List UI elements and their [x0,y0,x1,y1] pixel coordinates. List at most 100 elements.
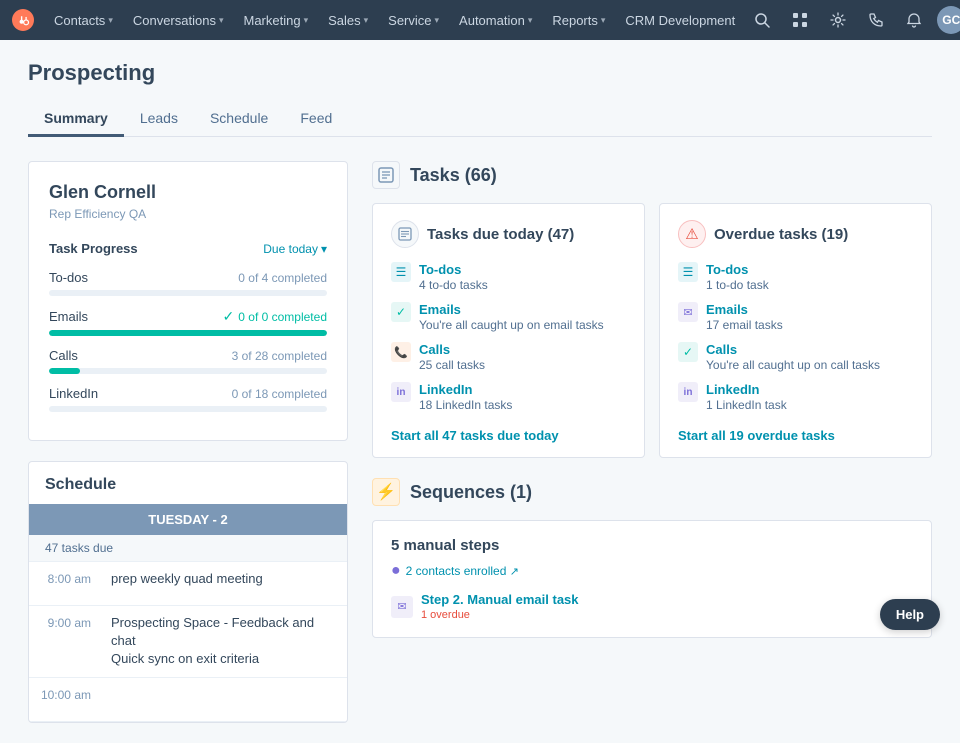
chevron-down-icon: ▾ [321,242,327,256]
schedule-title: Schedule [29,462,347,504]
chevron-down-icon: ▾ [219,15,224,26]
schedule-row-10am: 10:00 am [29,678,347,722]
sequences-icon: ⚡ [372,478,400,506]
help-button[interactable]: Help [880,599,940,630]
nav-right-actions: GC ▾ [747,5,960,35]
overdue-linkedin-label[interactable]: LinkedIn [706,382,787,397]
tasks-section: Tasks (66) Tasks due today (47) [372,161,932,458]
due-today-calls-row: 📞 Calls 25 call tasks [391,342,626,372]
schedule-day-header: TUESDAY - 2 [29,504,347,535]
right-column: Tasks (66) Tasks due today (47) [372,161,932,638]
sequence-overdue-badge: 1 overdue [421,609,579,621]
linkedin-overdue-icon: in [678,382,698,402]
apps-icon[interactable] [785,5,815,35]
progress-bar-linkedin-bg [49,406,327,412]
call-icon[interactable] [861,5,891,35]
tabs-navigation: Summary Leads Schedule Feed [28,102,932,137]
sequences-section: ⚡ Sequences (1) 5 manual steps ● 2 conta… [372,478,932,638]
progress-bar-calls-fill [49,368,80,374]
profile-card: Glen Cornell Rep Efficiency QA Task Prog… [28,161,348,441]
nav-reports[interactable]: Reports ▾ [544,9,613,32]
tab-feed[interactable]: Feed [284,102,348,137]
overdue-linkedin-row: in LinkedIn 1 LinkedIn task [678,382,913,412]
avatar[interactable]: GC [937,6,960,34]
sequence-step-label[interactable]: Step 2. Manual email task [421,592,579,607]
tab-summary[interactable]: Summary [28,102,124,137]
tasks-grid: Tasks due today (47) ☰ To-dos 4 to-do ta… [372,203,932,458]
call-icon: 📞 [391,342,411,362]
step-email-icon: ✉ [391,596,413,618]
chevron-down-icon: ▾ [304,15,309,26]
nav-service[interactable]: Service ▾ [380,9,447,32]
schedule-row-8am: 8:00 am prep weekly quad meeting [29,562,347,606]
due-today-todos-row: ☰ To-dos 4 to-do tasks [391,262,626,292]
chevron-down-icon: ▾ [601,15,606,26]
nav-sales[interactable]: Sales ▾ [320,9,376,32]
sequences-section-title: Sequences (1) [410,482,532,503]
notifications-icon[interactable] [899,5,929,35]
overdue-card-icon: ⚠ [678,220,706,248]
schedule-event-3[interactable]: Quick sync on exit criteria [111,650,335,668]
left-column: Glen Cornell Rep Efficiency QA Task Prog… [28,161,348,723]
nav-automation[interactable]: Automation ▾ [451,9,540,32]
tasks-section-header: Tasks (66) [372,161,932,189]
page-content: Prospecting Summary Leads Schedule Feed … [0,40,960,743]
task-progress-header: Task Progress Due today ▾ [49,241,327,256]
external-link-icon: ↗ [510,566,519,578]
sequence-step-item: ✉ Step 2. Manual email task 1 overdue [391,592,913,621]
tasks-icon [372,161,400,189]
call-check-icon: ✓ [678,342,698,362]
nav-crm-development[interactable]: CRM Development [617,9,743,32]
progress-row-calls: Calls 3 of 28 completed [49,348,327,374]
todo-overdue-icon: ☰ [678,262,698,282]
chevron-down-icon: ▾ [108,15,113,26]
due-today-filter[interactable]: Due today ▾ [263,242,327,256]
schedule-card: Schedule TUESDAY - 2 47 tasks due 8:00 a… [28,461,348,723]
due-today-todos-label[interactable]: To-dos [419,262,488,277]
start-all-overdue-link[interactable]: Start all 19 overdue tasks [678,428,835,443]
progress-bar-emails-fill [49,330,327,336]
due-today-emails-row: ✓ Emails You're all caught up on email t… [391,302,626,332]
due-today-emails-label[interactable]: Emails [419,302,604,317]
nav-conversations[interactable]: Conversations ▾ [125,9,232,32]
progress-bar-calls-bg [49,368,327,374]
nav-marketing[interactable]: Marketing ▾ [235,9,316,32]
enrolled-link[interactable]: 2 contacts enrolled ↗ [406,564,519,578]
schedule-event-1[interactable]: prep weekly quad meeting [111,570,335,588]
page-title: Prospecting [28,60,932,86]
chevron-down-icon: ▾ [528,15,533,26]
profile-name: Glen Cornell [49,182,327,203]
schedule-tasks-due: 47 tasks due [29,535,347,562]
progress-bar-emails-bg [49,330,327,336]
progress-row-linkedin: LinkedIn 0 of 18 completed [49,386,327,412]
search-icon[interactable] [747,5,777,35]
hubspot-logo[interactable] [12,6,34,34]
chevron-down-icon: ▾ [364,15,369,26]
tab-leads[interactable]: Leads [124,102,194,137]
sequences-steps-title: 5 manual steps [391,537,913,554]
main-grid: Glen Cornell Rep Efficiency QA Task Prog… [28,161,932,723]
overdue-todos-label[interactable]: To-dos [706,262,769,277]
todo-icon: ☰ [391,262,411,282]
schedule-row-9am: 9:00 am Prospecting Space - Feedback and… [29,606,347,678]
sequences-section-header: ⚡ Sequences (1) [372,478,932,506]
due-today-card-title: Tasks due today (47) [427,226,574,243]
tab-schedule[interactable]: Schedule [194,102,284,137]
overdue-emails-row: ✉ Emails 17 email tasks [678,302,913,332]
nav-contacts[interactable]: Contacts ▾ [46,9,121,32]
progress-bar-todos-bg [49,290,327,296]
overdue-emails-label[interactable]: Emails [706,302,783,317]
overdue-card-title: Overdue tasks (19) [714,226,848,243]
overdue-calls-label[interactable]: Calls [706,342,880,357]
task-progress-label: Task Progress [49,241,138,256]
progress-row-todos: To-dos 0 of 4 completed [49,270,327,296]
schedule-event-2[interactable]: Prospecting Space - Feedback and chat [111,614,335,650]
start-all-due-today-link[interactable]: Start all 47 tasks due today [391,428,559,443]
sequences-enrolled: ● 2 contacts enrolled ↗ [391,562,913,580]
profile-subtitle: Rep Efficiency QA [49,207,327,221]
settings-icon[interactable] [823,5,853,35]
due-today-calls-label[interactable]: Calls [419,342,485,357]
top-navigation: Contacts ▾ Conversations ▾ Marketing ▾ S… [0,0,960,40]
due-today-linkedin-label[interactable]: LinkedIn [419,382,512,397]
tasks-section-title: Tasks (66) [410,165,497,186]
